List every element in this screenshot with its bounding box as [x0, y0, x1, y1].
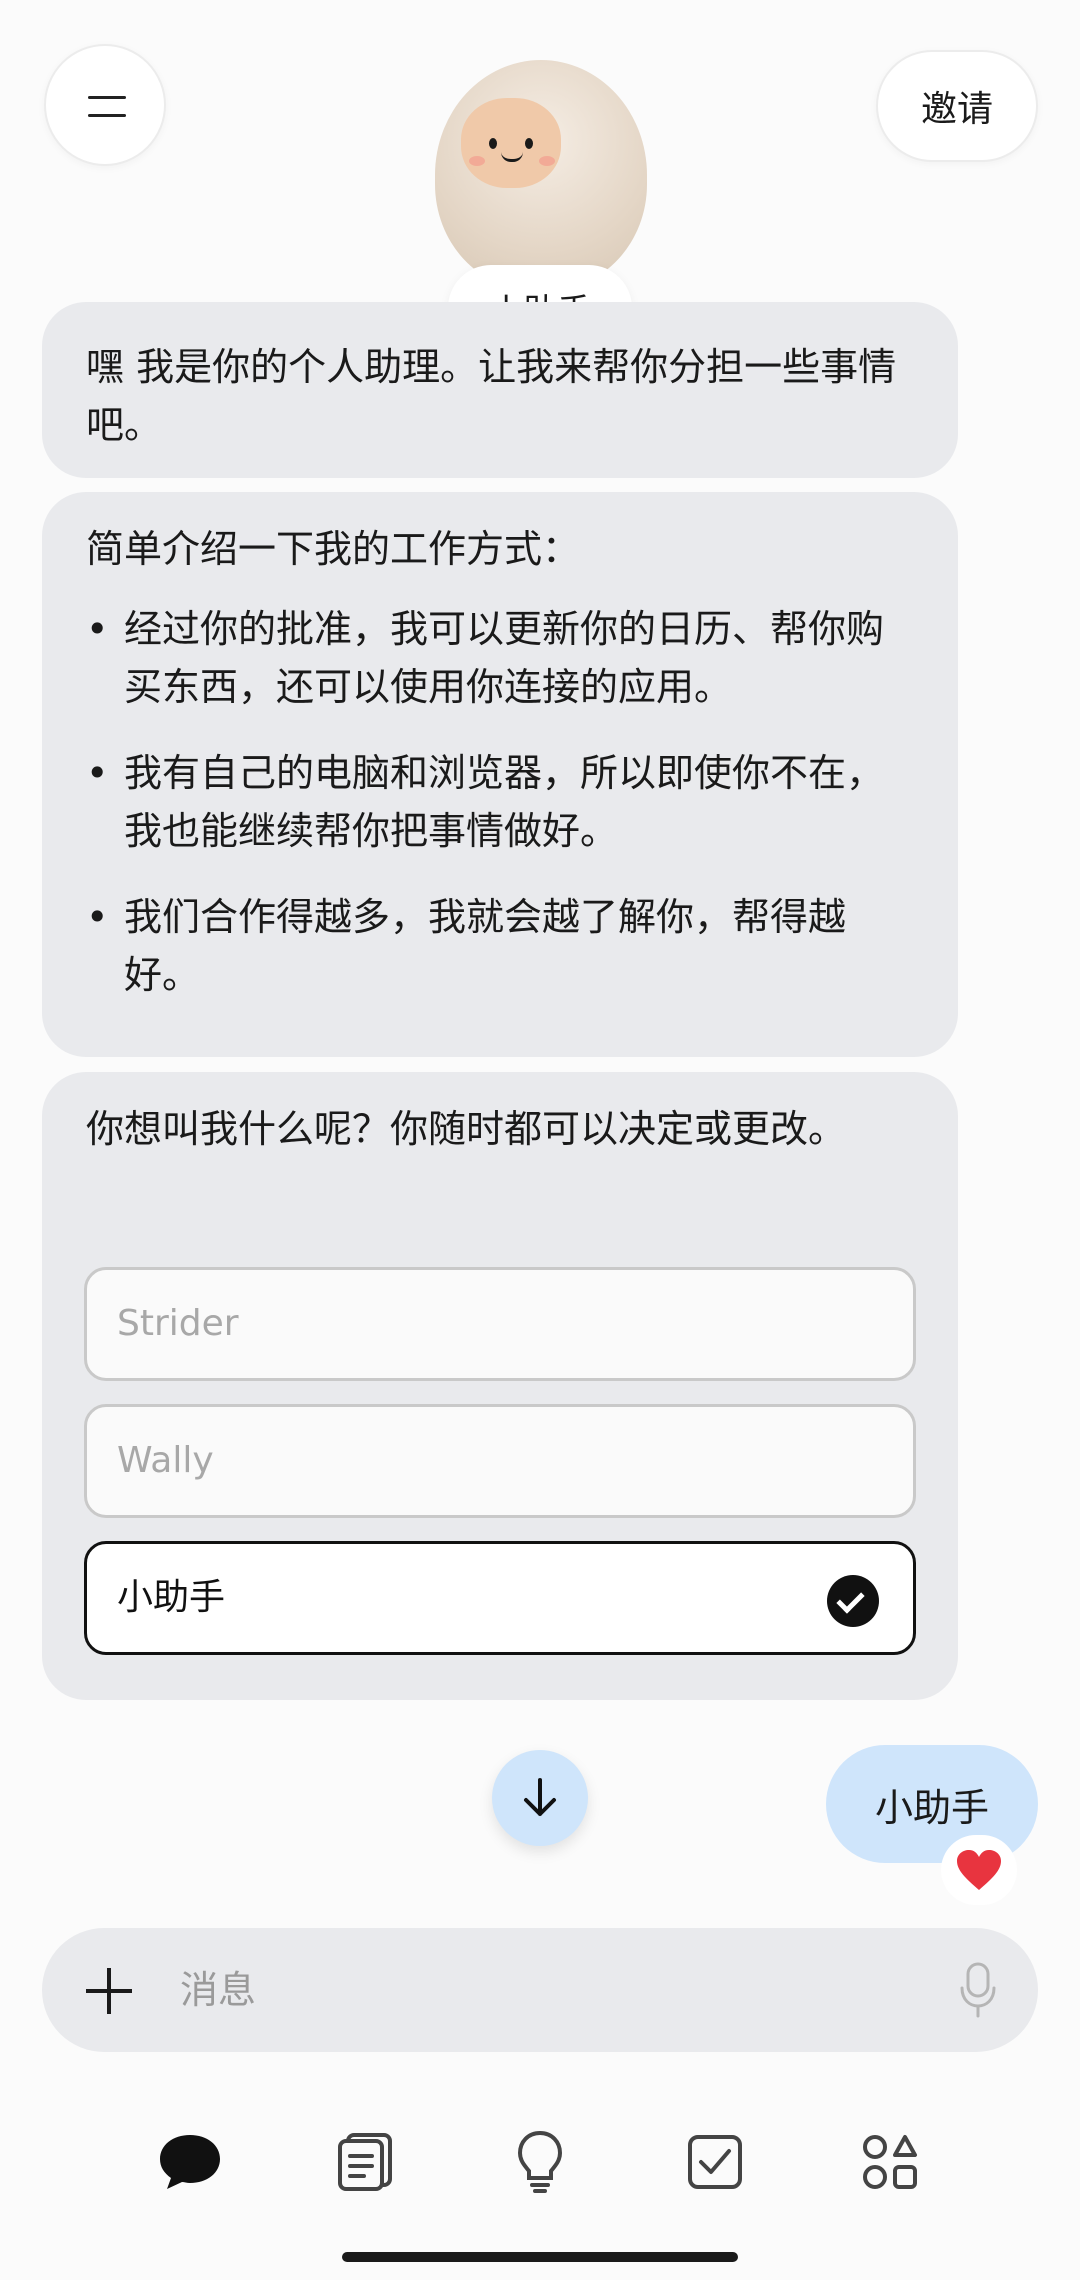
notes-icon: [338, 2133, 392, 2191]
apps-icon: [863, 2135, 917, 2189]
assistant-avatar: [435, 60, 647, 290]
tab-apps[interactable]: [858, 2130, 922, 2194]
check-circle-icon: [827, 1575, 879, 1627]
tab-chat[interactable]: [158, 2130, 222, 2194]
tab-ideas[interactable]: [508, 2130, 572, 2194]
lightbulb-icon: [517, 2130, 563, 2193]
bottom-tab-bar: [0, 2120, 1080, 2200]
avatar-smile: [501, 152, 523, 162]
microphone-icon[interactable]: [958, 1960, 998, 2020]
list-item: 我们合作得越多，我就会越了解你，帮得越好。: [86, 888, 902, 1004]
name-question-text: 你想叫我什么呢？你随时都可以决定或更改。: [86, 1107, 847, 1151]
name-option-selected[interactable]: 小助手: [84, 1541, 916, 1655]
intro-title: 简单介绍一下我的工作方式：: [86, 527, 581, 571]
home-indicator[interactable]: [342, 2252, 738, 2262]
assistant-greeting-message: 嘿 我是你的个人助理。让我来帮你分担一些事情吧。: [42, 302, 958, 478]
menu-icon: [88, 96, 126, 99]
option-label: Wally: [117, 1440, 214, 1481]
heart-reaction-icon[interactable]: [941, 1835, 1017, 1905]
list-item: 经过你的批准，我可以更新你的日历、帮你购买东西，还可以使用你连接的应用。: [86, 600, 902, 716]
checkbox-icon: [688, 2135, 742, 2189]
name-option-strider[interactable]: Strider: [84, 1267, 916, 1381]
assistant-name-question-message: 你想叫我什么呢？你随时都可以决定或更改。 Strider Wally 小助手: [42, 1072, 958, 1700]
intro-bullet-list: 经过你的批准，我可以更新你的日历、帮你购买东西，还可以使用你连接的应用。 我有自…: [86, 600, 902, 1004]
greeting-text: 嘿 我是你的个人助理。让我来帮你分担一些事情吧。: [86, 345, 897, 447]
plus-icon[interactable]: [86, 1968, 132, 2014]
invite-button[interactable]: 邀请: [876, 50, 1038, 162]
option-label: Strider: [117, 1303, 239, 1344]
assistant-intro-message: 简单介绍一下我的工作方式： 经过你的批准，我可以更新你的日历、帮你购买东西，还可…: [42, 492, 958, 1057]
name-option-wally[interactable]: Wally: [84, 1404, 916, 1518]
avatar-eye-right: [525, 138, 533, 149]
avatar-cheek-left: [469, 156, 485, 166]
avatar-cheek-right: [539, 156, 555, 166]
list-item: 我有自己的电脑和浏览器，所以即使你不在，我也能继续帮你把事情做好。: [86, 744, 902, 860]
tab-tasks[interactable]: [683, 2130, 747, 2194]
tab-notes[interactable]: [333, 2130, 397, 2194]
menu-icon-bar: [88, 114, 126, 117]
message-composer: [42, 1928, 1038, 2052]
message-input[interactable]: [180, 1956, 820, 2024]
chat-icon: [160, 2135, 220, 2189]
menu-button[interactable]: [44, 44, 166, 166]
avatar-eye-left: [489, 138, 497, 149]
scroll-to-bottom-button[interactable]: [492, 1750, 588, 1846]
heart-icon: [957, 1850, 1001, 1890]
option-label: 小助手: [117, 1577, 226, 1618]
arrow-down-icon: [524, 1778, 556, 1816]
avatar-face: [461, 98, 561, 188]
